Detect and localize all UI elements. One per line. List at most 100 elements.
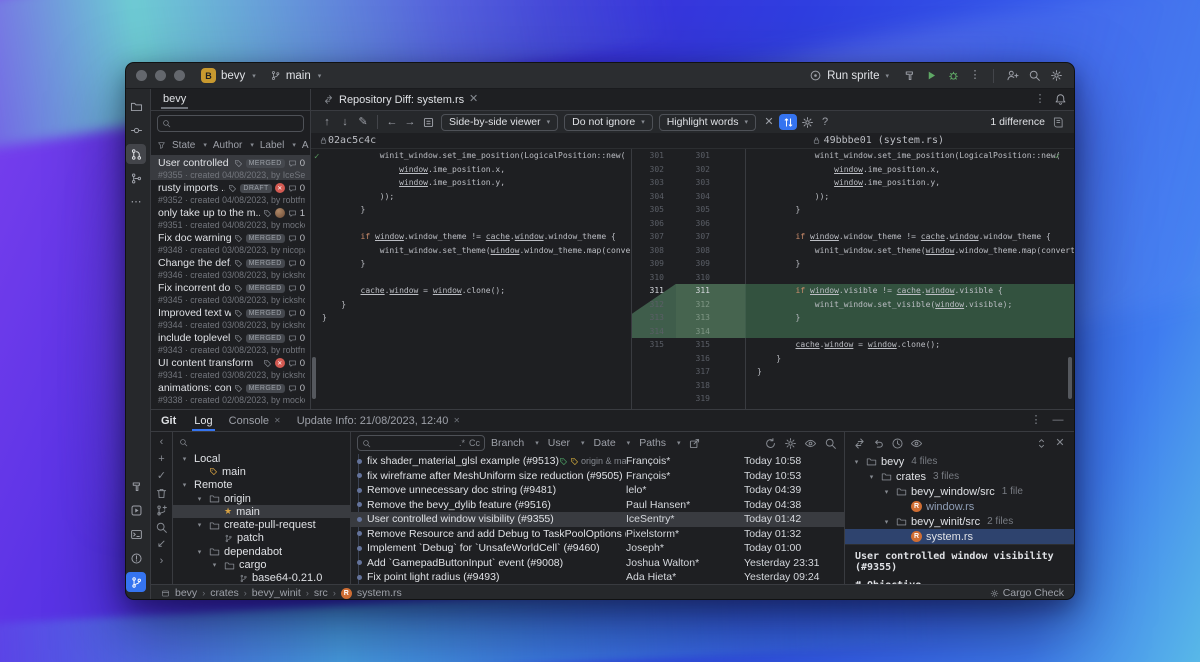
trash-icon[interactable] (153, 485, 171, 502)
project-widget[interactable]: B bevy ▾ (201, 68, 256, 83)
settings-icon[interactable] (1048, 68, 1064, 84)
more-actions-icon[interactable]: ⋮ (967, 68, 983, 84)
pr-list-item[interactable]: animations: con... MERGED 0#9338 · created… (151, 380, 310, 405)
commit-row[interactable]: Remove Resource and add Debug to TaskPoo… (351, 527, 844, 542)
pr-list-item[interactable]: only take up to the m... 1 #9351 · created… (151, 205, 310, 230)
plus-icon[interactable]: + (153, 451, 171, 468)
search-everywhere-icon[interactable] (1026, 68, 1042, 84)
tree-row-create-pull-request[interactable]: ▾ create-pull-request (173, 518, 350, 531)
log-search-input[interactable]: .* Cc (357, 435, 485, 451)
terminal-icon[interactable] (126, 524, 146, 544)
code-with-me-icon[interactable] (1004, 68, 1020, 84)
right-scrollbar[interactable] (1068, 357, 1072, 399)
previous-file-icon[interactable]: ← (384, 114, 400, 130)
help-icon[interactable]: ? (817, 114, 833, 130)
tab-options-icon[interactable]: ⋮ (1032, 92, 1048, 108)
folder-icon[interactable] (126, 96, 146, 116)
rollback-icon[interactable] (870, 435, 886, 451)
next-change-icon[interactable]: ↓ (337, 114, 353, 130)
close-icon[interactable]: ✕ (469, 94, 478, 105)
left-scrollbar[interactable] (312, 357, 316, 399)
tree-row-local[interactable]: ▾ Local (173, 452, 350, 465)
minimize-button[interactable] (155, 70, 166, 81)
commit-row[interactable]: Fix point light radius (#9493) Ada Hieta*… (351, 570, 844, 584)
chevron-left-icon[interactable]: ‹ (153, 434, 171, 451)
tree-row-base64-0-21-0[interactable]: base64-0.21.0 (173, 572, 350, 584)
branch-widget[interactable]: main ▾ (270, 70, 321, 82)
close-icon[interactable]: ✕ (453, 416, 460, 425)
git-tab-log[interactable]: Log (186, 410, 220, 431)
problems-icon[interactable] (126, 548, 146, 568)
tree-row-dependabot[interactable]: ▾ dependabot (173, 545, 350, 558)
cargo-check-widget[interactable]: Cargo Check (1003, 587, 1064, 599)
sync-scrolling-icon[interactable] (779, 114, 798, 130)
pr-list-item[interactable]: UI content transform 0#9341 · created 03/… (151, 355, 310, 380)
open-in-new-icon[interactable] (687, 435, 703, 451)
hide-panel-icon[interactable]: — (1050, 413, 1066, 429)
pull-request-icon[interactable] (126, 144, 146, 164)
build-hammer-icon[interactable] (126, 476, 146, 496)
debug-icon[interactable] (945, 68, 961, 84)
editor-tab[interactable]: Repository Diff: system.rs ✕ (317, 89, 484, 110)
pr-list-item[interactable]: include toplevel... MERGED 0#9343 · create… (151, 330, 310, 355)
history-icon[interactable] (889, 435, 905, 451)
find-icon[interactable] (822, 435, 838, 451)
pr-filter-state[interactable]: State (172, 140, 195, 151)
diff-dropdown-1[interactable]: Do not ignore ▾ (564, 113, 653, 131)
tree-row-window-rs[interactable]: window.rs (845, 499, 1074, 514)
arrow-down-left-icon[interactable]: ↙ (153, 536, 171, 553)
log-filter-paths[interactable]: Paths (639, 437, 666, 449)
tree-row-system-rs[interactable]: system.rs (845, 529, 1074, 544)
tree-row-bevy[interactable]: ▾ bevy 4 files (845, 454, 1074, 469)
check-icon[interactable]: ✓ (153, 468, 171, 485)
zoom-button[interactable] (174, 70, 185, 81)
breadcrumb-item[interactable]: bevy (175, 587, 197, 599)
structure-icon[interactable] (126, 168, 146, 188)
diff-right-pane[interactable]: ✓ winit_window.set_ime_position(LogicalP… (746, 149, 1074, 409)
run-icon[interactable] (923, 68, 939, 84)
search-icon[interactable] (153, 519, 171, 536)
eye-icon[interactable] (802, 435, 818, 451)
next-file-icon[interactable]: → (402, 114, 418, 130)
run-configuration-selector[interactable]: Run sprite ▾ (807, 68, 889, 84)
tree-row-remote[interactable]: ▾ Remote (173, 479, 350, 492)
services-icon[interactable] (126, 500, 146, 520)
close-icon[interactable]: ✕ (274, 416, 281, 425)
tree-row-bevy-winit-src[interactable]: ▾ bevy_winit/src 2 files (845, 514, 1074, 529)
breadcrumb-item[interactable]: bevy_winit (252, 587, 301, 599)
git-tab-console[interactable]: Console ✕ (221, 410, 289, 431)
tree-row-main[interactable]: ★ main (173, 505, 350, 519)
commit-row[interactable]: Remove unnecessary doc string (#9481) lel… (351, 483, 844, 498)
edit-icon[interactable]: ✎ (355, 114, 371, 130)
breadcrumb-item[interactable]: crates (210, 587, 239, 599)
branch-plus-icon[interactable] (153, 502, 171, 519)
compare-icon[interactable] (851, 435, 867, 451)
pr-list-item[interactable]: User controlled ... MERGED 0#9355 · create… (151, 155, 310, 180)
pr-filter-partial[interactable]: A (302, 140, 309, 151)
tree-row-cargo[interactable]: ▾ cargo (173, 558, 350, 571)
commit-row[interactable]: fix shader_material_glsl example (#9513)… (351, 454, 844, 469)
tree-row-patch[interactable]: patch (173, 532, 350, 545)
match-branch-icon[interactable] (782, 435, 798, 451)
log-filter-branch[interactable]: Branch (491, 437, 524, 449)
log-filter-user[interactable]: User (548, 437, 570, 449)
commit-row[interactable]: Add `GamepadButtonInput` event (#9008) Jo… (351, 556, 844, 571)
panel-options-icon[interactable]: ⋮ (1028, 413, 1044, 429)
pr-list-item[interactable]: rusty imports ... DRAFT 0#9352 · created 0… (151, 180, 310, 205)
collapse-unchanged-icon[interactable]: ✕ (761, 114, 777, 130)
breadcrumb-item[interactable]: system.rs (357, 587, 402, 599)
tree-row-origin[interactable]: ▾ origin (173, 492, 350, 505)
commit-row[interactable]: Implement `Debug` for `UnsafeWorldCell` … (351, 541, 844, 556)
pr-list-item[interactable]: Improved text w... MERGED 0#9344 · created… (151, 305, 310, 330)
case-toggle[interactable]: Cc (469, 438, 480, 448)
tree-row-main[interactable]: main (173, 465, 350, 478)
tree-row-bevy-window-src[interactable]: ▾ bevy_window/src 1 file (845, 484, 1074, 499)
refresh-icon[interactable] (762, 435, 778, 451)
regex-toggle[interactable]: .* (459, 438, 465, 448)
collapse-all-icon[interactable]: ✕ (1052, 435, 1068, 451)
pr-filter-author[interactable]: Author (213, 140, 242, 151)
diff-left-pane[interactable]: ✓ winit_window.set_ime_position(LogicalP… (311, 149, 631, 409)
previous-change-icon[interactable]: ↑ (319, 114, 335, 130)
pr-search-input[interactable] (157, 114, 304, 132)
commit-row[interactable]: User controlled window visibility (#9355… (351, 512, 844, 527)
